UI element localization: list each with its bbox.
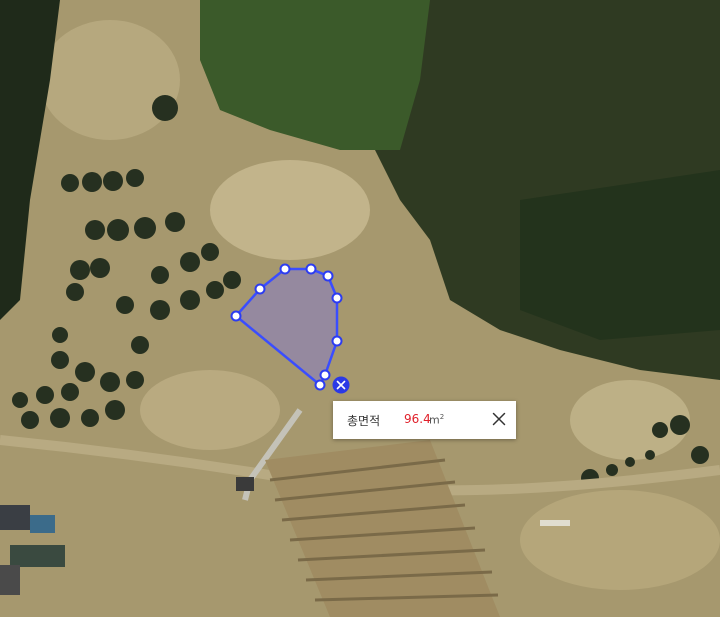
vertex-handle[interactable]: [305, 263, 317, 275]
vertex-handle[interactable]: [331, 335, 343, 347]
total-area-label: 총면적: [347, 414, 381, 428]
satellite-map[interactable]: [0, 0, 720, 617]
clearing: [210, 160, 370, 260]
clearing: [140, 370, 280, 450]
vertex-handle[interactable]: [331, 292, 343, 304]
vertex-handle[interactable]: [322, 270, 334, 282]
area-value: 96.4: [404, 412, 431, 426]
clearing: [40, 20, 180, 140]
vertex-handle[interactable]: [254, 283, 266, 295]
vertex-handle[interactable]: [319, 369, 331, 381]
close-icon[interactable]: [490, 410, 508, 428]
vertex-handle[interactable]: [314, 379, 326, 391]
forest-area: [520, 170, 720, 340]
delete-measurement-button[interactable]: [332, 376, 350, 394]
area-measure-popup: 총면적 96.4 m2: [333, 401, 516, 439]
vertex-handle[interactable]: [279, 263, 291, 275]
vertex-handle[interactable]: [230, 310, 242, 322]
clearing: [520, 490, 720, 590]
area-unit: m2: [429, 413, 445, 427]
